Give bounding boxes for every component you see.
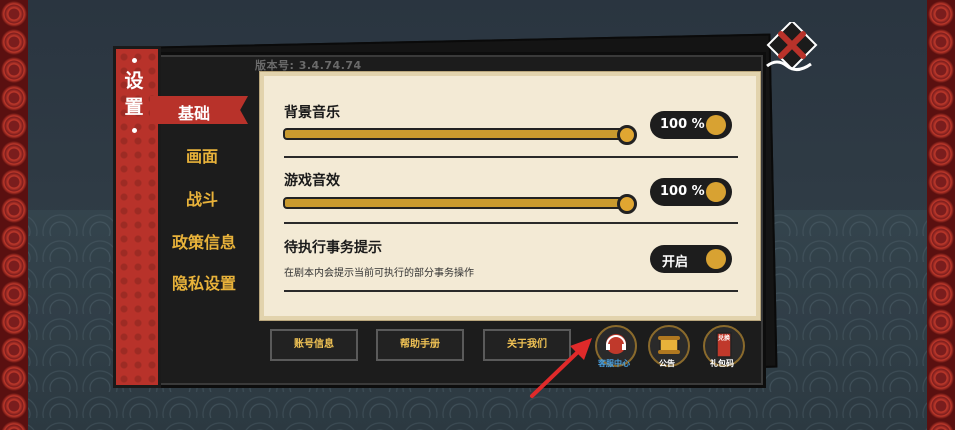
version-label: 版本号: 3.4.74.74 — [255, 59, 362, 72]
knob-icon — [706, 182, 726, 202]
bgm-value-pill: 100 % — [650, 111, 732, 139]
banner-dot-icon — [132, 58, 137, 63]
nav-item-graphics[interactable]: 画面 — [147, 143, 257, 167]
sfx-value: 100 % — [660, 184, 705, 199]
nav-item-basic[interactable]: 基础 — [150, 100, 238, 124]
tips-toggle-state: 开启 — [662, 255, 689, 270]
tips-toggle[interactable]: 开启 — [650, 245, 732, 273]
nav-item-privacy[interactable]: 隐私设置 — [149, 270, 259, 294]
gift-code-label: 礼包码 — [710, 359, 734, 368]
tips-description: 在剧本内会提示当前可执行的部分事务操作 — [284, 268, 474, 279]
divider — [284, 156, 738, 158]
bgm-value: 100 % — [660, 117, 705, 132]
panel-title-char: 置 — [124, 96, 144, 118]
panel-title: 设 置 — [120, 68, 148, 120]
sfx-slider-handle[interactable] — [617, 194, 637, 214]
divider — [284, 290, 738, 292]
right-pattern-border — [927, 0, 955, 430]
left-pattern-border — [0, 0, 28, 430]
knob-icon — [706, 115, 726, 135]
panel-title-char: 设 — [124, 70, 144, 92]
banner-dot-icon — [132, 128, 137, 133]
nav-item-policy[interactable]: 政策信息 — [149, 229, 259, 253]
gift-tag-text: 兑换 — [717, 335, 730, 342]
account-info-button[interactable]: 账号信息 — [270, 329, 358, 361]
close-button[interactable] — [763, 22, 819, 78]
toggle-knob-icon — [706, 249, 726, 269]
sfx-label: 游戏音效 — [284, 173, 340, 189]
bgm-slider-handle[interactable] — [617, 125, 637, 145]
tips-label: 待执行事务提示 — [284, 240, 382, 256]
help-manual-button[interactable]: 帮助手册 — [376, 329, 464, 361]
sfx-slider[interactable] — [283, 197, 627, 209]
bgm-label: 背景音乐 — [284, 105, 340, 121]
announcement-label: 公告 — [659, 359, 675, 368]
divider — [284, 222, 738, 224]
nav-item-battle[interactable]: 战斗 — [147, 186, 257, 210]
sfx-value-pill: 100 % — [650, 178, 732, 206]
bgm-slider[interactable] — [283, 128, 627, 140]
annotation-arrow-icon — [530, 338, 592, 398]
